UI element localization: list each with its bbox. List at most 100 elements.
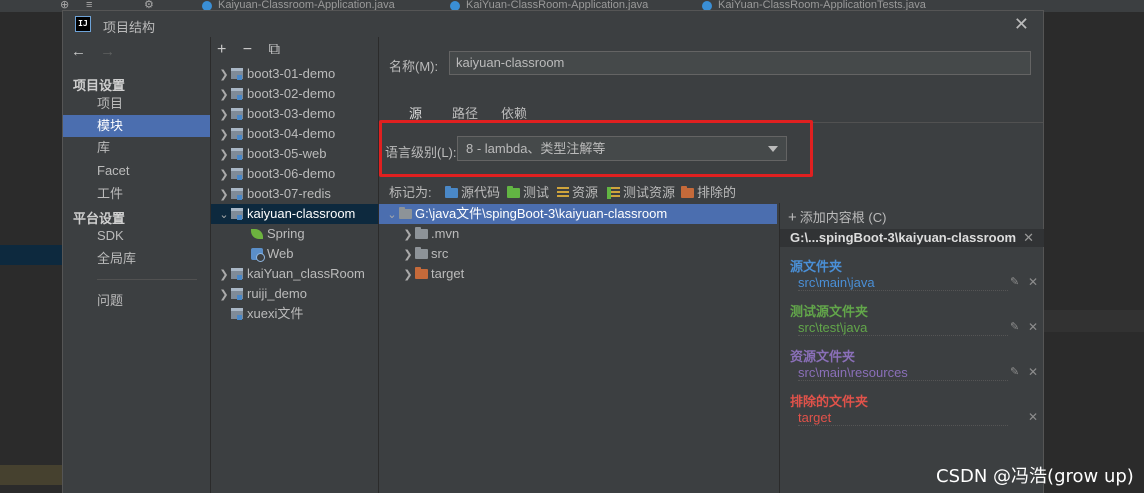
module-row[interactable]: xuexi文件 [211,304,378,324]
content-root-header: G:\...spingBoot-3\kaiyuan-classroom ✕ [780,229,1044,247]
settings-icon: ⚙ [144,0,154,11]
test-folder-path: src\test\java [798,320,1008,336]
chevron-right-icon[interactable]: ❯ [217,85,231,105]
module-icon [231,68,243,80]
target-icon: ⊕ [60,0,70,11]
remove-root-icon[interactable]: ✕ [1023,229,1034,247]
mark-tests-button[interactable]: 测试 [507,183,549,203]
nav-item-sdk[interactable]: SDK [63,225,210,247]
file-tree-item[interactable]: ❯ target [379,264,777,284]
add-icon[interactable]: + [217,41,226,58]
delete-icon[interactable]: ✕ [1028,410,1038,424]
test-folder-icon [507,186,520,198]
csdn-watermark: CSDN @冯浩(grow up) [936,466,1134,487]
project-settings-header: 项目设置 [73,78,126,93]
module-row[interactable]: ❯ boot3-07-redis [211,184,378,204]
add-content-root-button[interactable]: + 添加内容根 (C) [788,207,886,226]
dialog-titlebar[interactable]: IJ 项目结构 ✕ [63,11,1043,37]
folder-icon [415,227,428,239]
nav-item-global-libraries[interactable]: 全局库 [63,248,210,270]
nav-item-facets[interactable]: Facet [63,160,210,182]
module-row[interactable]: ❯ boot3-01-demo [211,64,378,84]
chevron-down-icon[interactable]: ⌄ [385,205,399,225]
web-icon [251,248,265,262]
file-tree-item[interactable]: ❯ .mvn [379,224,777,244]
chevron-right-icon[interactable]: ❯ [401,245,415,265]
project-structure-dialog: IJ 项目结构 ✕ ← → 项目设置 项目 模块 库 Facet 工件 平台设置… [62,10,1044,493]
module-row[interactable]: ❯ boot3-03-demo [211,104,378,124]
mark-excluded-button[interactable]: 排除的 [681,183,736,203]
module-row-selected[interactable]: ⌄ kaiyuan-classroom [211,204,378,224]
chevron-right-icon[interactable]: ❯ [217,145,231,165]
content-file-tree: ⌄ G:\java文件\spingBoot-3\kaiyuan-classroom… [379,203,777,493]
module-row[interactable]: ❯ boot3-02-demo [211,84,378,104]
module-row[interactable]: ❯ boot3-05-web [211,144,378,164]
nav-item-libraries[interactable]: 库 [63,137,210,159]
module-row[interactable]: ❯ boot3-06-demo [211,164,378,184]
chevron-right-icon[interactable]: ❯ [401,225,415,245]
dialog-title: 项目结构 [103,20,156,35]
chevron-right-icon[interactable]: ❯ [401,265,415,285]
module-icon [231,188,243,200]
module-row[interactable]: ❯ boot3-04-demo [211,124,378,144]
folder-icon [399,207,412,219]
edit-icon[interactable]: ✎ [1010,320,1019,333]
facet-row-spring[interactable]: Spring [211,224,378,244]
chevron-right-icon[interactable]: ❯ [217,165,231,185]
spring-icon [251,229,263,239]
edit-icon[interactable]: ✎ [1010,275,1019,288]
module-icon [231,88,243,100]
delete-icon[interactable]: ✕ [1028,275,1038,289]
background-current-line [1044,310,1144,332]
name-label: 名称(M): [389,59,439,74]
file-tree-item[interactable]: ❯ src [379,244,777,264]
chevron-right-icon[interactable]: ❯ [217,125,231,145]
source-folder-path: src\main\java [798,275,1008,291]
chevron-right-icon[interactable]: ❯ [217,65,231,85]
chevron-right-icon[interactable]: ❯ [217,285,231,305]
nav-item-problems[interactable]: 问题 [63,290,210,312]
forward-arrow-icon[interactable]: → [100,43,115,60]
module-name-input[interactable]: kaiyuan-classroom [449,51,1031,75]
facet-row-web[interactable]: Web [211,244,378,264]
source-folder-icon [445,186,458,198]
folder-icon [415,247,428,259]
module-toolbar: + − ⧉ [217,41,292,59]
delete-icon[interactable]: ✕ [1028,320,1038,334]
delete-icon[interactable]: ✕ [1028,365,1038,379]
mark-test-resources-button[interactable]: 测试资源 [607,183,675,203]
module-icon [231,148,243,160]
nav-item-artifacts[interactable]: 工件 [63,183,210,205]
module-row[interactable]: ❯ ruiji_demo [211,284,378,304]
excluded-folder-icon [681,186,694,198]
source-folders-title: 源文件夹 [790,259,843,274]
nav-item-project[interactable]: 项目 [63,93,210,115]
plus-icon: + [788,209,797,226]
mark-resources-button[interactable]: 资源 [557,183,598,203]
chevron-right-icon[interactable]: ❯ [217,105,231,125]
excluded-folder-path: target [798,410,1008,426]
resources-folder-icon [557,187,569,199]
module-icon [231,108,243,120]
background-highlight [0,465,62,485]
module-row[interactable]: ❯ kaiYuan_classRoom [211,264,378,284]
mark-sources-button[interactable]: 源代码 [445,183,500,203]
settings-nav: ← → 项目设置 项目 模块 库 Facet 工件 平台设置 SDK 全局库 问… [63,37,211,493]
chevron-down-icon[interactable]: ⌄ [217,205,231,225]
module-icon [231,288,243,300]
back-arrow-icon[interactable]: ← [71,43,86,60]
module-icon [231,268,243,280]
nav-history: ← → [71,43,125,60]
edit-icon[interactable]: ✎ [1010,365,1019,378]
chevron-right-icon[interactable]: ❯ [217,185,231,205]
module-icon [231,308,243,320]
remove-icon[interactable]: − [243,41,252,58]
module-icon [231,208,243,220]
chevron-right-icon[interactable]: ❯ [217,265,231,285]
resource-folder-path: src\main\resources [798,365,1008,381]
file-tree-root[interactable]: ⌄ G:\java文件\spingBoot-3\kaiyuan-classroom [379,204,777,224]
copy-icon[interactable]: ⧉ [269,41,280,58]
content-root-panel: + 添加内容根 (C) G:\...spingBoot-3\kaiyuan-cla… [779,203,1044,493]
nav-item-modules[interactable]: 模块 [63,115,210,137]
close-icon[interactable]: ✕ [1014,14,1029,35]
